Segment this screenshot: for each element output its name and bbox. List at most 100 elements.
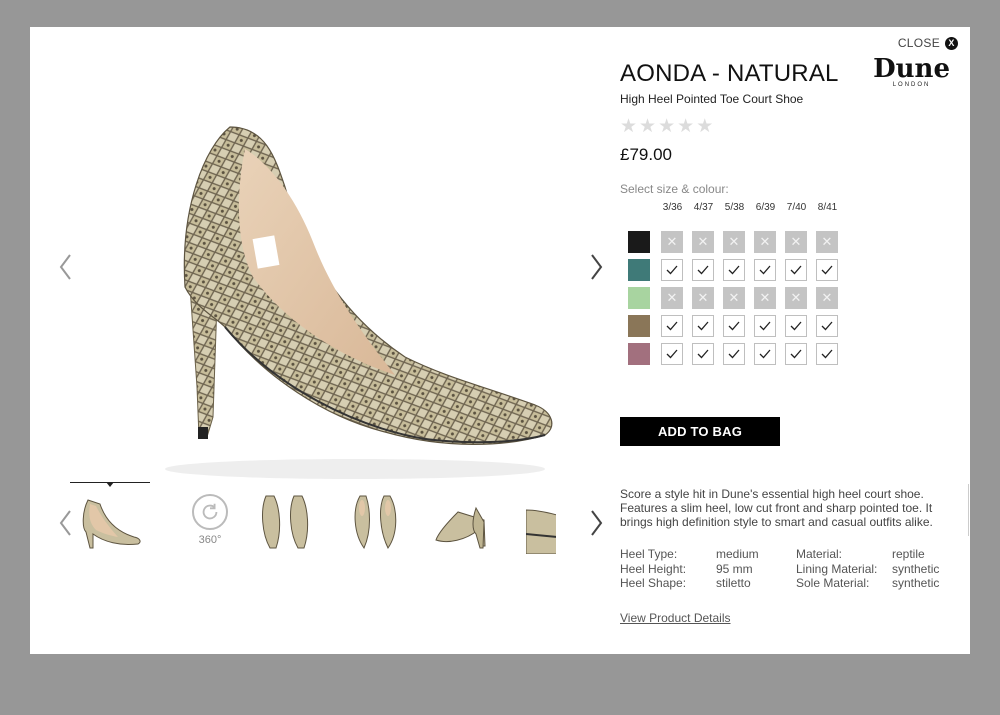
thumbnail-top-view[interactable] (340, 490, 412, 554)
size-available-checkbox[interactable] (754, 343, 776, 365)
size-available-checkbox[interactable] (661, 259, 683, 281)
check-icon (759, 349, 771, 359)
size-available-checkbox[interactable] (723, 343, 745, 365)
cross-icon: ✕ (790, 290, 802, 305)
size-available-checkbox[interactable] (692, 315, 714, 337)
size-available-checkbox[interactable] (785, 259, 807, 281)
size-unavailable-cell: ✕ (754, 231, 776, 253)
size-available-checkbox[interactable] (661, 315, 683, 337)
size-unavailable-cell: ✕ (816, 231, 838, 253)
size-available-checkbox[interactable] (816, 343, 838, 365)
close-icon[interactable]: X (945, 36, 958, 50)
product-subtitle: High Heel Pointed Toe Court Shoe (620, 92, 804, 106)
check-icon (790, 265, 802, 275)
colour-swatch-mint[interactable] (628, 287, 650, 309)
close-button[interactable]: CLOSE X (898, 36, 958, 50)
colour-swatch-pink[interactable] (628, 343, 650, 365)
size-unavailable-cell: ✕ (816, 287, 838, 309)
spec-label: Heel Type: (620, 547, 678, 561)
size-label: 7/40 (786, 202, 807, 213)
star-icon[interactable]: ★ (677, 117, 694, 136)
close-label: CLOSE (897, 36, 940, 50)
divider (968, 484, 969, 536)
thumbnail-back-view[interactable] (252, 490, 324, 554)
cross-icon: ✕ (666, 234, 678, 249)
brand-logo: Dune LONDON (873, 56, 950, 88)
star-icon[interactable]: ★ (620, 117, 637, 136)
check-icon (666, 321, 678, 331)
spec-label: Heel Shape: (620, 576, 687, 590)
add-to-bag-button[interactable]: ADD TO BAG (620, 417, 780, 446)
view-360-label: 360° (198, 534, 222, 546)
check-icon (821, 265, 833, 275)
check-icon (728, 265, 740, 275)
size-available-checkbox[interactable] (785, 315, 807, 337)
spec-label: Sole Material: (796, 576, 870, 590)
spec-value: 95 mm (716, 561, 753, 576)
product-quickview-modal: CLOSE X 360° AONDA - NATURAL Dune LONDON… (30, 27, 970, 654)
size-label: 5/38 (724, 202, 745, 213)
check-icon (728, 321, 740, 331)
check-icon (759, 265, 771, 275)
spec-value: stiletto (716, 576, 751, 590)
size-available-checkbox[interactable] (816, 315, 838, 337)
thumbnail-pair-view[interactable] (428, 490, 500, 554)
rotate-360-icon (192, 494, 228, 530)
size-available-checkbox[interactable] (723, 315, 745, 337)
thumbnail-detail-view[interactable] (526, 490, 556, 554)
size-available-checkbox[interactable] (723, 259, 745, 281)
size-available-checkbox[interactable] (692, 343, 714, 365)
size-unavailable-cell: ✕ (754, 287, 776, 309)
spec-label: Heel Height: (620, 561, 687, 576)
product-description: Score a style hit in Dune's essential hi… (620, 487, 933, 529)
view-360-button[interactable]: 360° (180, 494, 240, 546)
check-icon (790, 321, 802, 331)
size-unavailable-cell: ✕ (785, 231, 807, 253)
cross-icon: ✕ (666, 290, 678, 305)
size-unavailable-cell: ✕ (785, 287, 807, 309)
next-image-arrow-icon[interactable] (587, 252, 605, 282)
spec-value: synthetic (892, 561, 940, 576)
product-price: £79.00 (620, 145, 672, 164)
size-available-checkbox[interactable] (785, 343, 807, 365)
size-unavailable-cell: ✕ (661, 231, 683, 253)
check-icon (821, 321, 833, 331)
size-unavailable-cell: ✕ (723, 287, 745, 309)
spec-label: Material: (796, 547, 843, 561)
check-icon (759, 321, 771, 331)
check-icon (790, 349, 802, 359)
colour-swatch-black[interactable] (628, 231, 650, 253)
colour-swatch-teal[interactable] (628, 259, 650, 281)
next-thumb-arrow-icon[interactable] (587, 508, 605, 538)
check-icon (697, 265, 709, 275)
cross-icon: ✕ (821, 234, 833, 249)
star-icon[interactable]: ★ (696, 117, 713, 136)
size-available-checkbox[interactable] (816, 259, 838, 281)
size-available-checkbox[interactable] (754, 259, 776, 281)
cross-icon: ✕ (759, 290, 771, 305)
spec-value: reptile (892, 547, 925, 561)
size-unavailable-cell: ✕ (692, 287, 714, 309)
product-info: AONDA - NATURAL Dune LONDON High Heel Po… (620, 56, 955, 196)
check-icon (666, 349, 678, 359)
size-unavailable-cell: ✕ (723, 231, 745, 253)
cross-icon: ✕ (697, 290, 709, 305)
cross-icon: ✕ (728, 290, 740, 305)
star-icon[interactable]: ★ (658, 117, 675, 136)
size-available-checkbox[interactable] (692, 259, 714, 281)
size-available-checkbox[interactable] (661, 343, 683, 365)
prev-image-arrow-icon[interactable] (57, 252, 75, 282)
check-icon (821, 349, 833, 359)
colour-swatch-natural[interactable] (628, 315, 650, 337)
view-product-details-link[interactable]: View Product Details (620, 611, 731, 625)
star-icon[interactable]: ★ (639, 117, 656, 136)
check-icon (697, 349, 709, 359)
size-available-checkbox[interactable] (754, 315, 776, 337)
spec-label: Lining Material: (796, 561, 878, 576)
spec-value: medium (716, 547, 759, 561)
thumbnail-side-view[interactable] (74, 490, 146, 554)
rating-stars[interactable]: ★ ★ ★ ★ ★ (620, 117, 955, 136)
size-label: 8/41 (817, 202, 838, 213)
size-label: 3/36 (662, 202, 683, 213)
cross-icon: ✕ (759, 234, 771, 249)
